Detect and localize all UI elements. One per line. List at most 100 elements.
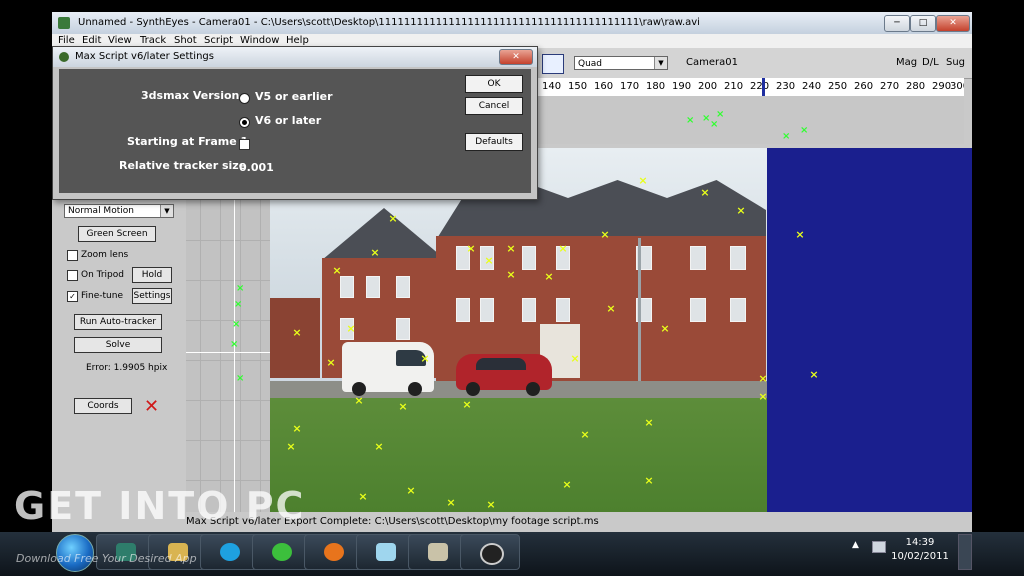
tracker-marker[interactable]: × <box>506 269 516 280</box>
dl-label[interactable]: D/L <box>922 56 939 70</box>
clock-time[interactable]: 14:39 <box>890 536 950 550</box>
wheel <box>466 382 480 396</box>
tracker-marker[interactable]: × <box>466 243 476 254</box>
axis-line <box>234 200 235 532</box>
perspective-graph-view[interactable]: × × × × × <box>186 200 270 532</box>
tracker-marker[interactable]: × <box>292 327 302 338</box>
hold-button[interactable]: Hold <box>132 267 172 283</box>
sug-label[interactable]: Sug <box>946 56 965 70</box>
tracker-marker[interactable]: × <box>388 213 398 224</box>
show-desktop-button[interactable] <box>958 534 972 570</box>
notepad-icon <box>376 543 396 561</box>
green-screen-button[interactable]: Green Screen <box>78 226 156 242</box>
tracker-marker[interactable]: × <box>370 247 380 258</box>
tracker-marker[interactable]: × <box>354 395 364 406</box>
tracker-marker[interactable]: × <box>358 491 368 502</box>
tracker-marker[interactable]: × <box>462 399 472 410</box>
max-script-settings-dialog: Max Script v6/later Settings ✕ 3dsmax Ve… <box>52 46 538 200</box>
tracker-marker[interactable]: × <box>562 479 572 490</box>
frame-tick: 150 <box>568 81 588 92</box>
tracker-marker[interactable]: × <box>758 391 767 402</box>
spotify-icon <box>272 543 292 561</box>
zoom-lens-checkbox[interactable] <box>67 250 78 261</box>
frame-tick: 250 <box>828 81 848 92</box>
tracker-marker[interactable]: × <box>558 243 568 254</box>
ok-button[interactable]: OK <box>465 75 523 93</box>
on-tripod-checkbox[interactable] <box>67 270 78 281</box>
grid-line <box>186 320 270 321</box>
tracker-marker[interactable]: × <box>544 271 554 282</box>
tracker-marker[interactable]: × <box>346 323 356 334</box>
v5-radio[interactable] <box>239 93 250 104</box>
tracker-marker[interactable]: × <box>420 353 430 364</box>
v6-radio[interactable] <box>239 117 250 128</box>
tray-expand-icon[interactable]: ▲ <box>852 540 859 550</box>
clock-date[interactable]: 10/02/2011 <box>890 550 950 564</box>
taskbar-app[interactable] <box>252 534 312 570</box>
grid-line <box>186 360 270 361</box>
tracker-marker[interactable]: × <box>736 205 746 216</box>
grid-line <box>186 480 270 481</box>
tracker-marker[interactable]: × <box>446 497 456 508</box>
watermark-tagline: Download Free Your Desired App <box>16 552 197 565</box>
tracker-marker[interactable]: × <box>326 357 336 368</box>
minimize-button[interactable]: ─ <box>884 15 910 32</box>
white-van <box>342 342 434 396</box>
timeline-ruler[interactable]: 140 150 160 170 180 190 200 210 220 230 … <box>534 78 964 97</box>
tracker-marker[interactable]: × <box>406 485 416 496</box>
tracker-marker[interactable]: × <box>758 373 767 384</box>
viewport-layout-icon[interactable] <box>542 54 564 74</box>
skype-icon <box>220 543 240 561</box>
taskbar-app[interactable] <box>356 534 416 570</box>
run-autotracker-button[interactable]: Run Auto-tracker <box>74 314 162 330</box>
settings-button[interactable]: Settings <box>132 288 172 304</box>
tracker-marker[interactable]: × <box>286 441 296 452</box>
tracker-marker[interactable]: × <box>660 323 670 334</box>
building-window <box>456 298 470 322</box>
tracker-marker[interactable]: × <box>638 175 648 186</box>
tracker-marker[interactable]: × <box>644 475 654 486</box>
tracker-marker[interactable]: × <box>600 229 610 240</box>
view-mode-dropdown[interactable]: Quad ▼ <box>574 56 668 70</box>
solve-button[interactable]: Solve <box>74 337 162 353</box>
current-frame-cursor[interactable] <box>762 78 765 96</box>
camera-viewport[interactable]: × × × × × × × × × × × × × × × × × × × × … <box>270 148 767 532</box>
tracker-marker[interactable]: × <box>292 423 302 434</box>
start-frame-checkbox[interactable] <box>239 139 250 150</box>
coords-button[interactable]: Coords <box>74 398 132 414</box>
blue-viewport-area[interactable]: × × × <box>767 148 972 532</box>
close-button[interactable]: ✕ <box>936 15 970 32</box>
network-icon[interactable] <box>872 541 886 553</box>
tracker-marker[interactable]: × <box>332 265 342 276</box>
mag-label[interactable]: Mag <box>896 56 917 70</box>
tracker-marker[interactable]: × <box>580 429 590 440</box>
axis-line <box>186 352 270 353</box>
tracker-marker[interactable]: × <box>486 499 496 510</box>
frame-tick: 160 <box>594 81 614 92</box>
tracker-size-value[interactable]: 0.001 <box>239 161 274 175</box>
fine-tune-checkbox[interactable]: ✓ <box>67 291 78 302</box>
tracker-marker[interactable]: × <box>506 243 516 254</box>
maximize-button[interactable]: □ <box>910 15 936 32</box>
taskbar-app[interactable] <box>200 534 260 570</box>
tracker-marker[interactable]: × <box>398 401 408 412</box>
taskbar-app[interactable] <box>304 534 364 570</box>
tracker-marker[interactable]: × <box>606 303 616 314</box>
tracker-marker[interactable]: × <box>644 417 654 428</box>
tracker-marker[interactable]: × <box>374 441 384 452</box>
frame-tick: 260 <box>854 81 874 92</box>
tracker-marker[interactable]: × <box>570 353 580 364</box>
tracker-marker[interactable]: × <box>700 187 710 198</box>
taskbar-app[interactable] <box>460 534 520 570</box>
cancel-button[interactable]: Cancel <box>465 97 523 115</box>
cancel-x-icon[interactable]: ✕ <box>144 398 159 416</box>
taskbar-app[interactable] <box>408 534 468 570</box>
tracker-marker[interactable]: × <box>484 255 494 266</box>
frame-tick: 290 <box>932 81 952 92</box>
green-tracker: × <box>686 115 695 126</box>
tracker-marker[interactable]: × <box>809 369 819 380</box>
defaults-button[interactable]: Defaults <box>465 133 523 151</box>
motion-mode-dropdown[interactable]: Normal Motion ▼ <box>64 204 174 218</box>
tracker-marker[interactable]: × <box>795 229 805 240</box>
dialog-close-button[interactable]: ✕ <box>499 49 533 65</box>
